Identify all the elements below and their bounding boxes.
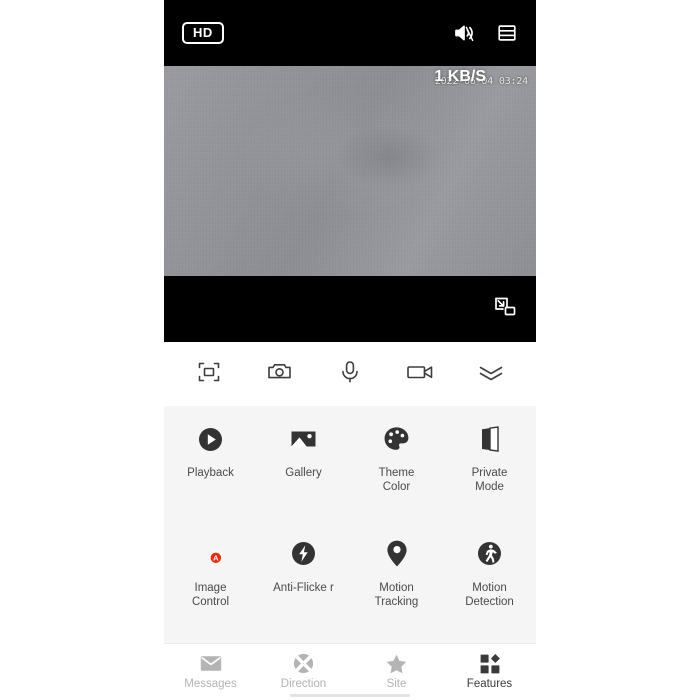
svg-text:A: A [213,554,219,563]
live-video-feed[interactable]: 2022-06-04 03:24 1 KB/S [164,66,536,276]
feature-gallery[interactable]: Gallery [257,424,350,495]
fullscreen-button[interactable] [181,352,237,396]
multiview-layout-icon[interactable] [496,22,518,44]
feature-playback[interactable]: Playback [164,424,257,495]
speaker-muted-icon[interactable] [452,21,476,45]
microphone-icon [337,359,363,390]
snapshot-button[interactable] [252,352,308,396]
feature-label: Image Control [191,581,230,609]
grid-apps-icon [479,653,501,674]
fullscreen-focus-icon [196,359,222,390]
video-camera-icon [405,359,435,390]
nav-item-features[interactable]: Features [443,653,536,691]
bottom-navigation-bar: Messages Direction Site Features [164,643,536,700]
player-topbar: HD [164,0,536,66]
feature-motion-tracking[interactable]: Motion Tracking [350,539,443,610]
nav-item-direction[interactable]: Direction [257,654,350,691]
picture-in-picture-icon[interactable] [492,294,518,320]
feature-theme-color[interactable]: Theme Color [350,424,443,495]
feature-anti-flicker[interactable]: Anti-Flicke r [257,539,350,610]
nav-item-messages[interactable]: Messages [164,654,257,691]
video-scene-shadow [335,124,446,189]
lightning-bolt-icon [289,539,319,569]
nav-label: Features [466,677,513,690]
feature-motion-detection[interactable]: Motion Detection [443,539,536,610]
envelope-icon [200,654,222,674]
talk-button[interactable] [322,352,378,396]
nav-label: Messages [184,677,237,690]
feature-label: Motion Tracking [374,581,419,609]
feature-label: Playback [187,467,234,479]
expand-button[interactable] [463,352,519,396]
player-topbar-actions [452,21,518,45]
app-root: HD 2022-06-04 03:24 1 KB/S Playback Gall… [164,0,536,700]
nav-label: Direction [280,677,327,690]
features-panel: Playback Gallery Theme Color Private Mod… [164,406,536,643]
feature-label: Motion Detection [465,581,514,609]
nav-label: Site [386,677,407,690]
location-pin-icon [382,539,412,569]
feature-image-control[interactable]: A Image Control [164,539,257,610]
feature-label: Theme Color [378,467,415,494]
features-row-2: A Image Control Anti-Flicke r Motion Tra… [164,539,536,610]
nav-item-site[interactable]: Site [350,654,443,691]
star-icon [386,654,408,674]
video-player[interactable]: HD 2022-06-04 03:24 1 KB/S [164,0,536,342]
day-night-auto-icon: A [196,539,226,569]
home-indicator-bar [290,694,410,697]
double-chevron-down-icon [477,361,505,388]
palette-icon [382,424,412,454]
camera-icon [266,358,293,390]
feature-label: Anti-Flicke r [273,581,334,594]
play-circle-icon [196,424,226,454]
walking-person-icon [475,539,505,569]
direction-pad-icon [293,654,315,674]
feature-label: Private Mode [471,467,508,494]
record-button[interactable] [392,352,448,396]
features-row-1: Playback Gallery Theme Color Private Mod… [164,424,536,495]
feature-private-mode[interactable]: Private Mode [443,424,536,495]
feature-label: Gallery [285,467,322,479]
image-icon [289,424,319,454]
hd-quality-badge[interactable]: HD [182,22,224,44]
private-shield-icon [475,424,505,454]
player-control-toolbar [164,342,536,406]
video-bitrate-indicator: 1 KB/S [434,68,486,85]
